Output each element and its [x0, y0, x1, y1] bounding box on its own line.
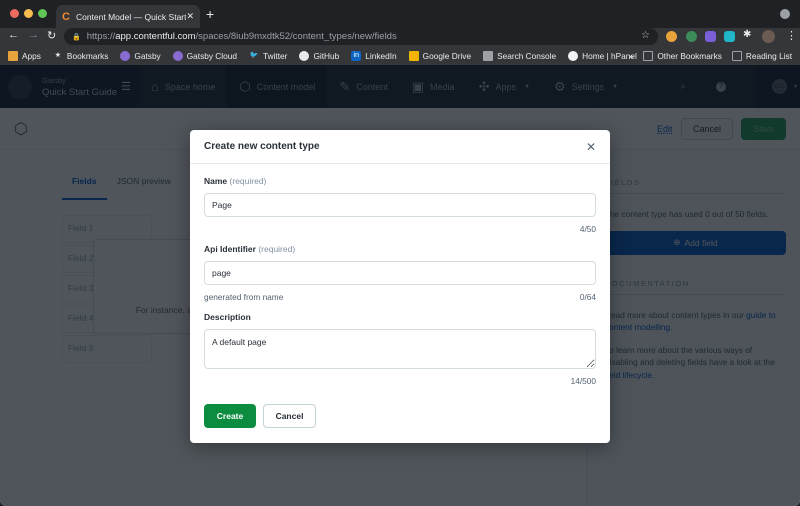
maximize-window-button[interactable]	[38, 9, 47, 18]
modal-header: Create new content type ✕	[190, 130, 610, 164]
url-prefix: https://	[86, 31, 116, 42]
tab-title: Content Model — Quick Start G	[75, 11, 187, 22]
bookmark-label: Twitter	[263, 50, 288, 61]
bookmark-linkedin[interactable]: in LinkedIn	[351, 50, 397, 61]
cancel-button[interactable]: Cancel	[263, 404, 316, 428]
bookmark-github[interactable]: GitHub	[299, 50, 340, 61]
api-identifier-label: Api Identifier (required)	[204, 244, 596, 254]
create-button[interactable]: Create	[204, 404, 256, 428]
new-tab-button[interactable]: +	[206, 6, 214, 22]
gatsby-icon	[120, 50, 131, 61]
browser-toolbar: ← → ↻ 🔒 https://app.contentful.com/space…	[0, 28, 800, 46]
browser-window: C Content Model — Quick Start G ✕ + ← → …	[0, 0, 800, 506]
apps-grid-icon	[8, 50, 18, 61]
api-identifier-input[interactable]	[204, 261, 596, 285]
name-input[interactable]	[204, 193, 596, 217]
bookmark-star-icon[interactable]: ☆	[641, 30, 650, 41]
bookmark-label: Google Drive	[422, 50, 472, 61]
drive-icon	[408, 50, 419, 61]
reload-icon[interactable]: ↻	[47, 29, 56, 42]
bookmark-google-drive[interactable]: Google Drive	[408, 50, 472, 61]
bookmark-label: Apps	[22, 50, 41, 61]
name-label: Name (required)	[204, 176, 596, 186]
minimize-window-button[interactable]	[24, 9, 33, 18]
close-tab-icon[interactable]: ✕	[186, 11, 194, 22]
extension-colorwheel-icon[interactable]	[666, 31, 677, 42]
bookmark-bookmarks[interactable]: ★ Bookmarks	[53, 51, 109, 61]
gatsby-icon	[172, 50, 183, 61]
bookmarks-bar: Apps ★ Bookmarks Gatsby Gatsby Cloud 🐦 Twi…	[0, 46, 800, 65]
bookmarks-overflow-button[interactable]: »	[629, 51, 634, 61]
lock-icon: 🔒	[72, 33, 81, 41]
api-char-count: 0/64	[579, 292, 596, 302]
forward-icon[interactable]: →	[28, 29, 39, 41]
extension-green-icon[interactable]	[686, 31, 697, 42]
bookmark-label: LinkedIn	[365, 50, 397, 61]
modal-title: Create new content type	[204, 141, 320, 152]
reading-list-label: Reading List	[745, 50, 792, 61]
reading-list[interactable]: Reading List	[731, 50, 792, 61]
profile-avatar-icon[interactable]	[762, 30, 775, 43]
star-icon: ★	[54, 51, 62, 59]
required-hint: (required)	[229, 176, 267, 186]
url-host: app.contentful.com	[115, 31, 196, 42]
tab-strip: C Content Model — Quick Start G ✕ +	[0, 0, 800, 28]
bookmark-label: Search Console	[497, 50, 557, 61]
hpanel-icon	[568, 50, 579, 61]
description-char-count: 14/500	[570, 376, 596, 386]
close-window-button[interactable]	[10, 9, 19, 18]
bookmark-label: Bookmarks	[66, 50, 109, 61]
tab-search-icon[interactable]	[780, 9, 790, 19]
close-icon[interactable]: ✕	[586, 140, 596, 154]
bookmark-search-console[interactable]: Search Console	[483, 50, 557, 61]
description-label: Description	[204, 312, 251, 322]
contentful-app: Gatsby Quick Start Guide ☰ ⌂Space home ⬡…	[0, 65, 800, 506]
bookmark-label: Gatsby Cloud	[186, 50, 237, 61]
address-bar[interactable]: 🔒 https://app.contentful.com/spaces/8iub…	[64, 28, 658, 45]
bookmark-apps[interactable]: Apps	[8, 50, 41, 61]
bookmark-twitter[interactable]: 🐦 Twitter	[249, 50, 288, 61]
extension-d-icon[interactable]	[705, 31, 716, 42]
bookmark-hpanel[interactable]: Home | hPanel	[568, 50, 637, 61]
url-path: /spaces/8iub9mxdtk52/content_types/new/f…	[195, 31, 397, 42]
description-textarea[interactable]: A default page	[204, 329, 596, 369]
reading-list-icon	[731, 50, 742, 61]
other-bookmarks[interactable]: Other Bookmarks	[643, 50, 722, 61]
required-hint: (required)	[258, 244, 296, 254]
search-console-icon	[483, 50, 494, 61]
api-label-text: Api Identifier	[204, 244, 256, 254]
other-bookmarks-label: Other Bookmarks	[657, 50, 722, 61]
name-char-count: 4/50	[579, 224, 596, 234]
bookmark-label: Gatsby	[134, 50, 161, 61]
bookmark-label: GitHub	[313, 50, 340, 61]
back-icon[interactable]: ←	[8, 29, 19, 41]
extensions-puzzle-icon[interactable]: ✱	[743, 29, 751, 40]
browser-menu-icon[interactable]: ⋮	[786, 29, 797, 42]
folder-icon	[643, 50, 654, 61]
browser-tab[interactable]: C Content Model — Quick Start G ✕	[56, 5, 200, 28]
contentful-favicon-icon: C	[62, 10, 70, 23]
name-label-text: Name	[204, 176, 228, 186]
twitter-icon: 🐦	[249, 51, 259, 59]
api-help-text: generated from name	[204, 292, 284, 302]
linkedin-icon: in	[351, 50, 362, 61]
bookmark-gatsby-cloud[interactable]: Gatsby Cloud	[172, 50, 237, 61]
extension-teal-icon[interactable]	[724, 31, 735, 42]
bookmark-gatsby[interactable]: Gatsby	[120, 50, 161, 61]
create-content-type-modal: Create new content type ✕ Name (required…	[190, 130, 610, 443]
github-icon	[299, 50, 310, 61]
